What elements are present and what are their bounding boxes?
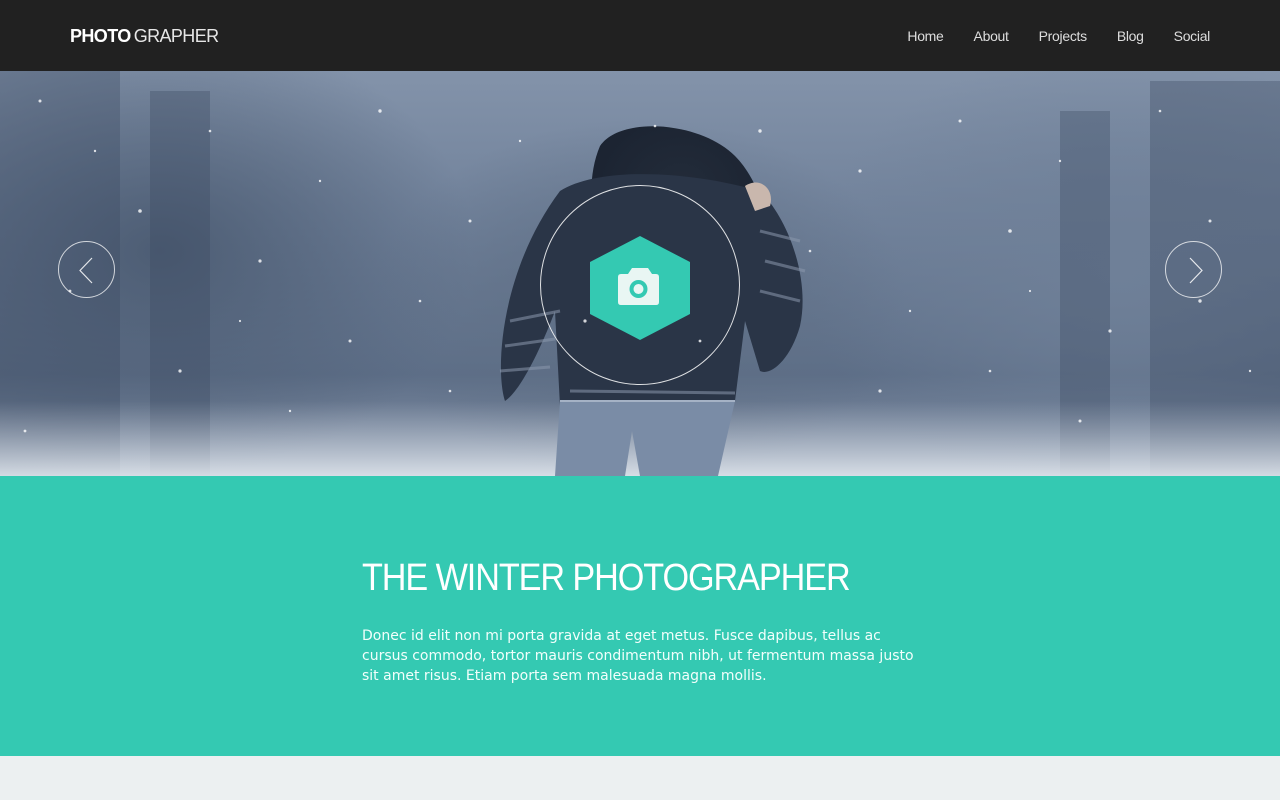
- chevron-right-icon: [1189, 257, 1203, 284]
- logo-text-light: GRAPHER: [133, 26, 219, 46]
- main-nav: Home About Projects Blog Social: [907, 24, 1210, 48]
- hero-slider: [0, 71, 1280, 476]
- nav-item-social: Social: [1174, 24, 1211, 48]
- logo-text-bold: PHOTO: [70, 26, 131, 46]
- nav-link-social[interactable]: Social: [1174, 24, 1211, 48]
- slider-next-button[interactable]: [1165, 241, 1222, 298]
- nav-link-about[interactable]: About: [974, 24, 1009, 48]
- nav-item-blog: Blog: [1117, 24, 1144, 48]
- nav-link-projects[interactable]: Projects: [1039, 24, 1087, 48]
- nav-link-home[interactable]: Home: [907, 24, 943, 48]
- chevron-left-icon: [79, 257, 93, 284]
- nav-link-blog[interactable]: Blog: [1117, 24, 1144, 48]
- feature-title: THE WINTER PHOTOGRAPHER: [362, 557, 851, 599]
- next-section: [0, 756, 1280, 800]
- feature-description: Donec id elit non mi porta gravida at eg…: [362, 628, 914, 684]
- top-navbar: PHOTO GRAPHER Home About Projects Blog So…: [0, 0, 1280, 71]
- site-logo[interactable]: PHOTO GRAPHER: [70, 24, 219, 48]
- camera-badge: [590, 236, 690, 340]
- nav-item-projects: Projects: [1039, 24, 1087, 48]
- feature-section: THE WINTER PHOTOGRAPHER Donec id elit no…: [0, 476, 1280, 756]
- nav-item-home: Home: [907, 24, 943, 48]
- slider-prev-button[interactable]: [58, 241, 115, 298]
- nav-item-about: About: [974, 24, 1009, 48]
